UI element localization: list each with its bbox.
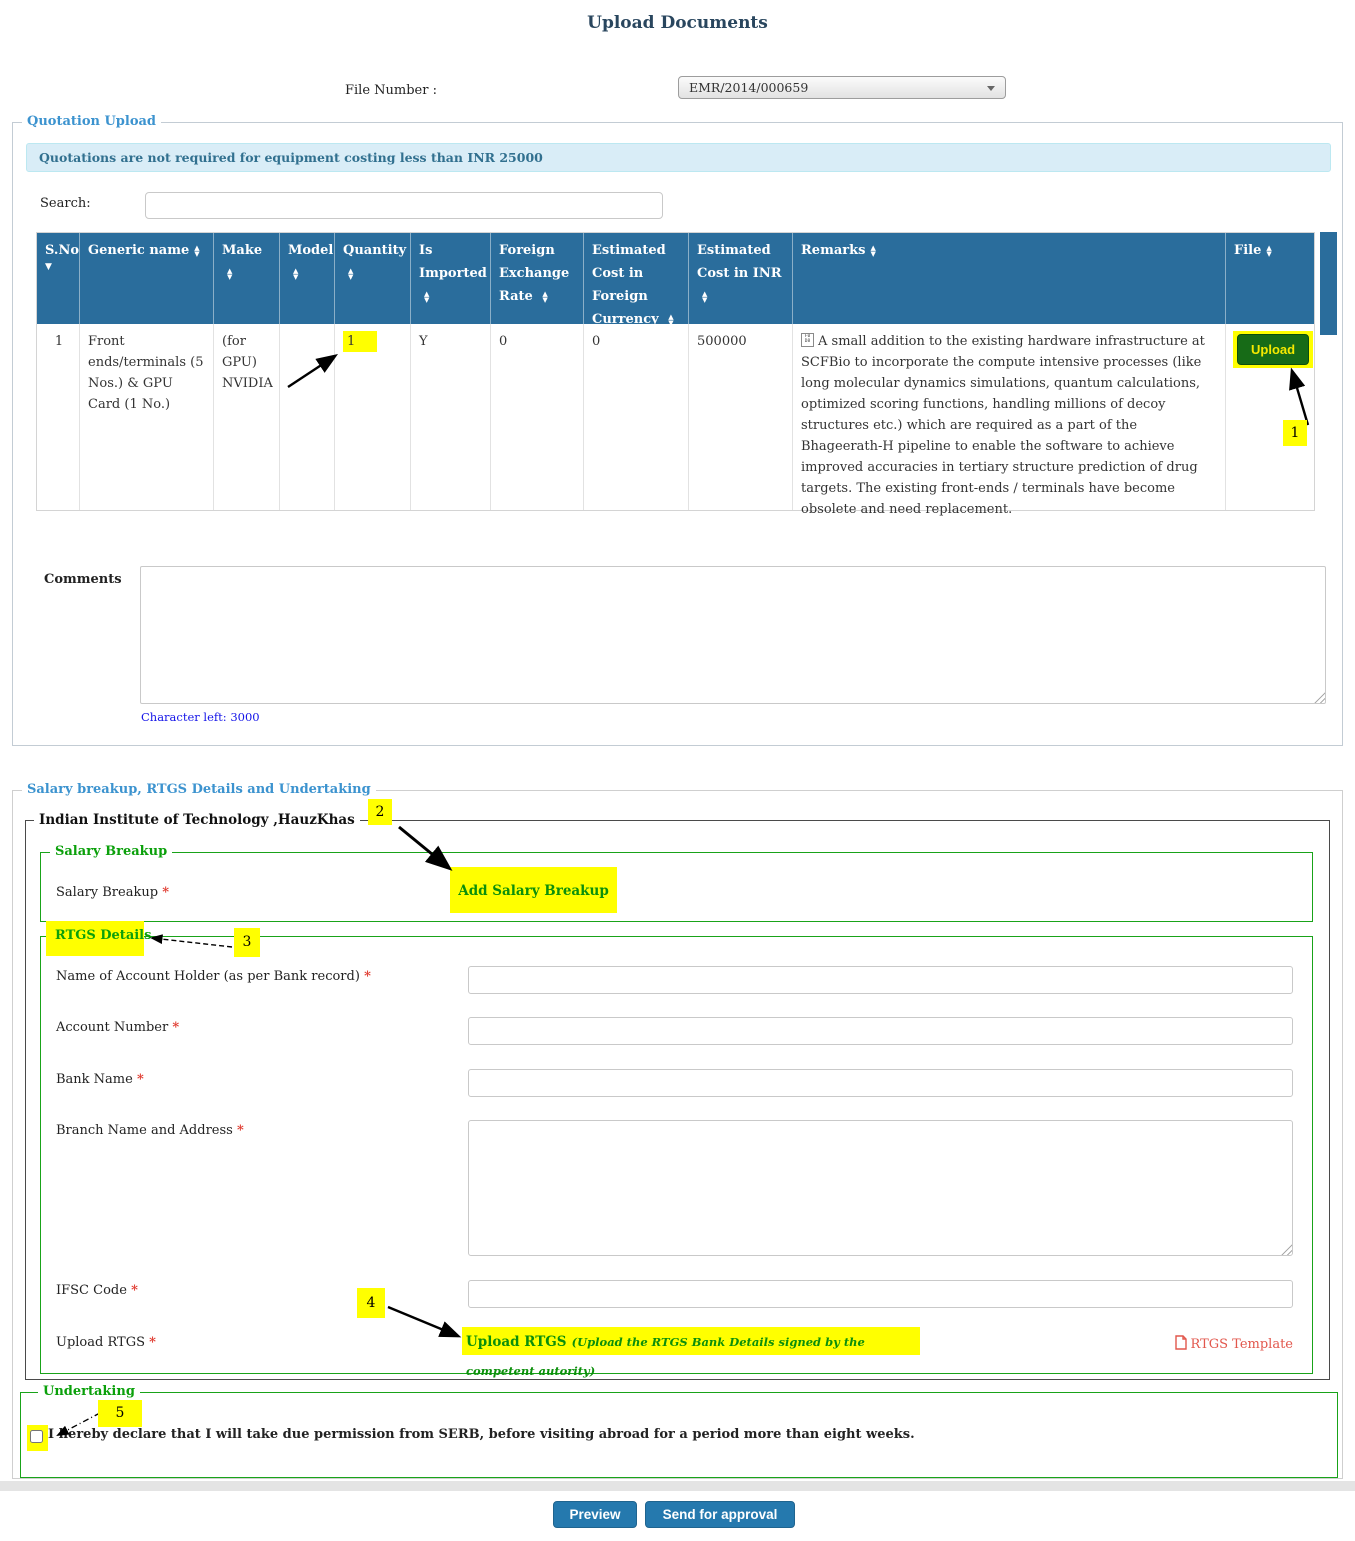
salary-breakup-fieldset [40,852,1313,922]
sort-icon: ▲▼ [542,291,547,303]
page-title: Upload Documents [0,13,1355,33]
institute-legend: Indian Institute of Technology ,HauzKhas [34,812,360,828]
salary-breakup-field-label: Salary Breakup * [56,885,169,900]
salary-breakup-legend: Salary Breakup [50,844,172,859]
add-salary-breakup-link[interactable]: Add Salary Breakup [458,883,609,899]
required-asterisk: * [162,885,169,900]
upload-rtgs-label: Upload RTGS * [56,1335,156,1350]
undertaking-checkbox[interactable] [30,1430,43,1443]
upload-button-highlight: Upload [1233,331,1313,368]
col-header-generic-name[interactable]: Generic name▲▼ [80,233,214,324]
table-header-filler [1320,232,1337,335]
bank-name-label: Bank Name * [56,1072,144,1087]
remarks-text: A small addition to the existing hardwar… [801,334,1205,517]
cell-estimated-cost-foreign: 0 [584,324,689,510]
bottom-divider [0,1481,1355,1491]
quotation-notice-banner: Quotations are not required for equipmen… [26,143,1331,172]
account-holder-label: Name of Account Holder (as per Bank reco… [56,969,371,984]
required-asterisk: * [172,1020,179,1035]
ifsc-input[interactable] [468,1280,1293,1308]
upload-rtgs-link[interactable]: Upload RTGS [466,1334,567,1350]
col-header-make[interactable]: Make ▲▼ [214,233,280,324]
file-number-value: EMR/2014/000659 [689,80,808,95]
col-header-model[interactable]: Model ▲▼ [280,233,335,324]
salary-section-legend: Salary breakup, RTGS Details and Underta… [22,782,376,797]
add-salary-breakup-highlight: Add Salary Breakup [450,867,617,913]
file-number-select[interactable]: EMR/2014/000659 [678,76,1006,99]
char-left-counter: Character left: 3000 [141,710,260,724]
upload-rtgs-highlight: Upload RTGS (Upload the RTGS Bank Detail… [462,1327,920,1355]
sort-icon: ▲▼ [870,245,875,257]
required-asterisk: * [364,969,371,984]
cell-foreign-exchange-rate: 0 [491,324,584,510]
col-header-sno[interactable]: S.No ▼ [37,233,80,324]
required-asterisk: * [237,1123,244,1138]
required-asterisk: * [131,1283,138,1298]
account-number-label: Account Number * [56,1020,179,1035]
cell-file: Upload [1226,324,1314,510]
sort-icon: ▲▼ [293,268,298,280]
dropdown-arrow-icon [987,86,995,91]
sort-icon: ▲▼ [194,245,199,257]
annotation-badge-2: 2 [368,799,392,825]
sort-icon: ▲▼ [227,268,232,280]
bank-name-input[interactable] [468,1069,1293,1097]
required-asterisk: * [137,1072,144,1087]
col-header-file[interactable]: File▲▼ [1226,233,1314,324]
col-header-quantity[interactable]: Quantity ▲▼ [335,233,411,324]
annotation-badge-4: 4 [357,1288,385,1318]
cell-model [280,324,335,510]
search-label: Search: [40,196,91,211]
file-number-label: File Number : [345,83,437,98]
branch-label: Branch Name and Address * [56,1123,244,1138]
sort-icon: ▲▼ [348,268,353,280]
cell-is-imported: Y [411,324,491,510]
undertaking-legend: Undertaking [38,1384,140,1399]
required-asterisk: * [149,1335,156,1350]
comments-textarea[interactable] [140,566,1326,704]
cell-generic-name: Front ends/terminals (5 Nos.) & GPU Card… [80,324,214,510]
undertaking-declaration: I hereby declare that I will take due pe… [48,1427,1198,1442]
ifsc-label: IFSC Code * [56,1283,138,1298]
sort-icon: ▲▼ [424,291,429,303]
col-header-remarks[interactable]: Remarks▲▼ [793,233,1226,324]
account-holder-input[interactable] [468,966,1293,994]
missing-glyph-icon: F0D8 [801,333,814,347]
cell-sno: 1 [37,324,80,510]
rtgs-template-link[interactable]: RTGS Template [1191,1337,1293,1352]
preview-button[interactable]: Preview [553,1501,637,1528]
rtgs-details-legend: RTGS Details [50,928,156,943]
rtgs-template-wrap: RTGS Template [1170,1333,1293,1354]
annotation-badge-5: 5 [98,1400,142,1427]
send-for-approval-button[interactable]: Send for approval [645,1501,795,1528]
comments-label: Comments [44,572,122,587]
branch-textarea[interactable] [468,1120,1293,1256]
annotation-badge-1: 1 [1283,420,1307,446]
sort-desc-icon: ▼ [45,262,73,272]
col-header-estimated-cost-foreign[interactable]: Estimated Cost in Foreign Currency ▲▼ [584,233,689,324]
col-header-foreign-exchange-rate[interactable]: Foreign Exchange Rate ▲▼ [491,233,584,324]
sort-icon: ▲▼ [1266,245,1271,257]
annotation-badge-3: 3 [234,928,260,957]
col-header-estimated-cost-inr[interactable]: Estimated Cost in INR ▲▼ [689,233,793,324]
cell-estimated-cost-inr: 500000 [689,324,793,510]
search-input[interactable] [145,192,663,219]
quotation-upload-legend: Quotation Upload [22,114,161,129]
document-icon [1175,1335,1187,1354]
cell-quantity: 1 [335,324,411,510]
account-number-input[interactable] [468,1017,1293,1045]
cell-remarks: F0D8A small addition to the existing har… [793,324,1226,510]
upload-button[interactable]: Upload [1237,334,1309,365]
col-header-is-imported[interactable]: Is Imported ▲▼ [411,233,491,324]
cell-make: (for GPU) NVIDIA [214,324,280,510]
upload-documents-page: Upload Documents File Number : EMR/2014/… [0,0,1355,1541]
quantity-value-highlight: 1 [343,331,377,352]
quotation-table: S.No ▼ Generic name▲▼ Make ▲▼ Model ▲▼ Q… [36,232,1315,511]
sort-icon: ▲▼ [702,291,707,303]
